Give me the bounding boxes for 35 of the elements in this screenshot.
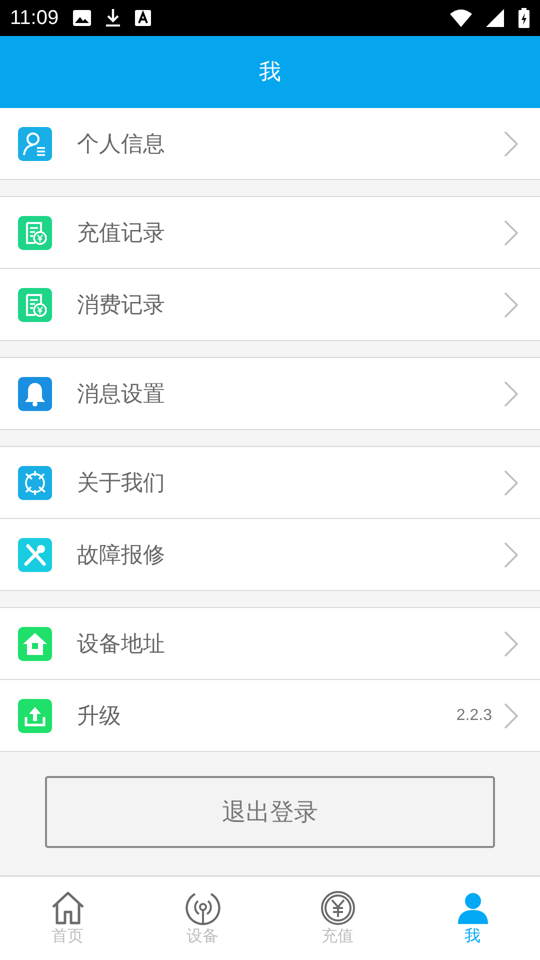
- cell-signal-icon: [486, 9, 504, 27]
- menu-label: 充值记录: [77, 220, 165, 248]
- chevron-icon: [504, 292, 518, 318]
- menu-label: 升级: [77, 702, 121, 730]
- wifi-icon: [450, 9, 472, 27]
- status-time: 11:09: [10, 6, 59, 30]
- house-icon: [18, 626, 52, 660]
- chevron-icon: [504, 220, 518, 246]
- battery-icon: [518, 8, 530, 28]
- chevron-icon: [504, 130, 518, 156]
- logout-button[interactable]: 退出登录: [45, 776, 495, 848]
- download-icon: [104, 9, 121, 27]
- chevron-icon: [504, 470, 518, 496]
- menu-label: 个人信息: [77, 130, 165, 158]
- receipt-icon: [18, 288, 52, 322]
- chevron-icon: [504, 380, 518, 406]
- font-icon: [134, 10, 151, 26]
- signal-icon: [184, 890, 222, 926]
- version-text: 2.2.3: [456, 706, 492, 724]
- chevron-icon: [504, 542, 518, 568]
- person-icon: [18, 126, 52, 160]
- menu-label: 设备地址: [77, 630, 165, 658]
- tools-icon: [18, 538, 52, 572]
- header-title: 我: [259, 59, 281, 87]
- chevron-icon: [504, 702, 518, 728]
- upload-icon: [18, 698, 52, 732]
- bell-icon: [18, 376, 52, 410]
- menu-label: 故障报修: [77, 542, 165, 570]
- chevron-icon: [504, 630, 518, 656]
- menu-label: 消息设置: [77, 380, 165, 408]
- menu-label: 消费记录: [77, 292, 165, 320]
- yen-coin-icon: [318, 890, 356, 926]
- receipt-icon: [18, 216, 52, 250]
- menu-label: 关于我们: [77, 470, 165, 498]
- image-icon: [72, 10, 91, 26]
